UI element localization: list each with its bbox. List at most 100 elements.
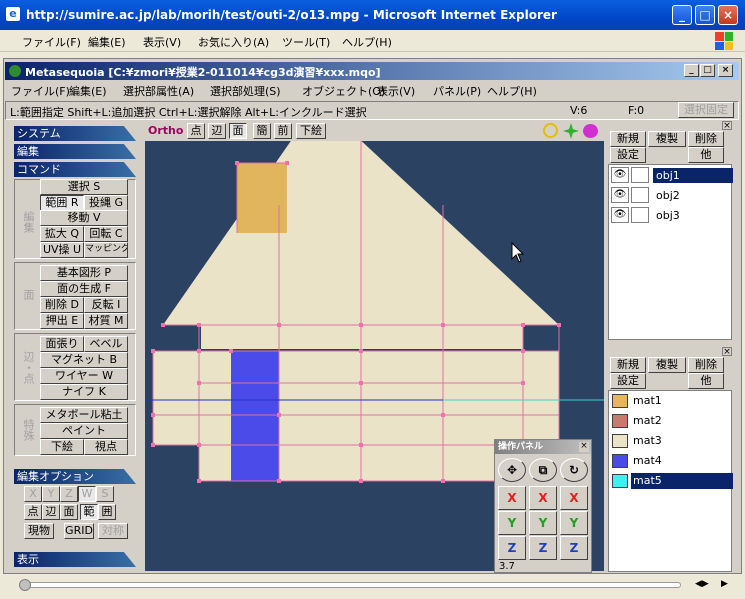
section-system[interactable]: システム	[14, 126, 136, 141]
mat-other-button[interactable]: 他	[688, 373, 724, 389]
axis-y-button[interactable]: Y	[42, 486, 60, 502]
wire-button[interactable]: ワイヤー W	[40, 368, 128, 384]
mq-menu-file[interactable]: ファイル(F)	[11, 83, 70, 99]
rotate-y-button[interactable]: Y	[560, 511, 588, 535]
mq-menu-sel-proc[interactable]: 選択部処理(S)	[210, 83, 281, 99]
view-edge-button[interactable]: 辺	[208, 123, 226, 139]
material-panel-close-icon[interactable]: ×	[722, 347, 732, 357]
create-face-button[interactable]: 面の生成 F	[40, 281, 128, 297]
primitive-button[interactable]: 基本図形 P	[40, 265, 128, 281]
mq-menu-edit[interactable]: 編集(E)	[69, 83, 107, 99]
magnet-button[interactable]: マグネット B	[40, 352, 128, 368]
extrude-button[interactable]: 押出 E	[40, 313, 84, 329]
section-display[interactable]: 表示	[14, 552, 136, 567]
mat-new-button[interactable]: 新規	[610, 357, 646, 373]
mq-close-button[interactable]: ×	[718, 64, 733, 77]
mapping-button[interactable]: マッピング	[84, 242, 128, 258]
seek-thumb[interactable]	[19, 579, 31, 591]
zoom-icon[interactable]	[543, 123, 558, 138]
move-y-button[interactable]: Y	[498, 511, 526, 535]
symmetry-button[interactable]: 対称	[98, 523, 128, 539]
view-simple-button[interactable]: 簡	[253, 123, 271, 139]
scale-button[interactable]: 拡大 Q	[40, 226, 84, 242]
face-stretch-button[interactable]: 面張り	[40, 336, 84, 352]
move-handle-icon[interactable]: ✥	[498, 458, 526, 482]
mq-menu-sel-attr[interactable]: 選択部属性(A)	[123, 83, 194, 99]
object-row[interactable]: 👁 obj3	[609, 205, 733, 225]
seek-track[interactable]	[21, 582, 681, 588]
range-button[interactable]: 範囲 R	[40, 195, 84, 211]
object-panel-close-icon[interactable]: ×	[722, 121, 732, 131]
lock-toggle[interactable]	[631, 187, 649, 203]
maximize-button[interactable]: □	[695, 5, 715, 25]
media-seek-bar[interactable]: ◀▶ ▶	[5, 576, 739, 596]
move-x-button[interactable]: X	[498, 486, 526, 510]
obj-new-button[interactable]: 新規	[610, 131, 646, 147]
obj-settings-button[interactable]: 設定	[610, 147, 646, 163]
delete-button[interactable]: 削除 D	[40, 297, 84, 313]
operation-panel-close-icon[interactable]: ×	[579, 442, 589, 452]
mq-menu-object[interactable]: オブジェクト(O)	[302, 83, 385, 99]
section-edit[interactable]: 編集	[14, 144, 136, 159]
mq-menu-help[interactable]: ヘルプ(H)	[487, 83, 537, 99]
minimize-button[interactable]: _	[672, 5, 692, 25]
mat-settings-button[interactable]: 設定	[610, 373, 646, 389]
ie-menu-file[interactable]: ファイル(F)	[22, 34, 81, 50]
material-row[interactable]: mat2	[609, 411, 733, 431]
obj-other-button[interactable]: 他	[688, 147, 724, 163]
mq-menu-panel[interactable]: パネル(P)	[433, 83, 481, 99]
ie-menu-help[interactable]: ヘルプ(H)	[342, 34, 392, 50]
mode-range-button[interactable]: 範	[80, 504, 98, 520]
axis-s-button[interactable]: S	[96, 486, 114, 502]
material-row[interactable]: mat4	[609, 451, 733, 471]
mode-around-button[interactable]: 囲	[98, 504, 116, 520]
viewpoint-button[interactable]: 視点	[84, 439, 128, 455]
step-icon[interactable]: ◀▶	[695, 579, 709, 589]
obj-dup-button[interactable]: 複製	[648, 131, 686, 147]
ie-menu-tools[interactable]: ツール(T)	[282, 34, 330, 50]
close-button[interactable]: ×	[718, 5, 738, 25]
bevel-button[interactable]: ベベル	[84, 336, 128, 352]
scale-handle-icon[interactable]: ⧉	[529, 458, 557, 482]
view-front-button[interactable]: 前	[274, 123, 292, 139]
obj-del-button[interactable]: 削除	[688, 131, 724, 147]
mq-maximize-button[interactable]: □	[700, 64, 715, 77]
mode-face-button[interactable]: 面	[60, 504, 78, 520]
underlay-button[interactable]: 下絵	[40, 439, 84, 455]
mode-edge-button[interactable]: 辺	[42, 504, 60, 520]
axis-z-button[interactable]: Z	[60, 486, 78, 502]
section-edit-option[interactable]: 編集オプション	[14, 469, 136, 484]
view-underlay-button[interactable]: 下絵	[296, 123, 326, 139]
pan-icon[interactable]	[563, 123, 579, 139]
lock-toggle[interactable]	[631, 207, 649, 223]
material-row[interactable]: mat1	[609, 391, 733, 411]
flip-button[interactable]: 反転 I	[84, 297, 128, 313]
view-face-button[interactable]: 面	[229, 123, 247, 139]
visibility-eye-icon[interactable]: 👁	[611, 207, 629, 223]
lock-toggle[interactable]	[631, 167, 649, 183]
visibility-eye-icon[interactable]: 👁	[611, 187, 629, 203]
paint-button[interactable]: ペイント	[40, 423, 128, 439]
lasso-button[interactable]: 投縄 G	[84, 195, 128, 211]
view-point-button[interactable]: 点	[187, 123, 205, 139]
mq-menu-view[interactable]: 表示(V)	[377, 83, 415, 99]
rotate-view-icon[interactable]	[583, 124, 598, 138]
section-command[interactable]: コマンド	[14, 162, 136, 177]
scale-y-button[interactable]: Y	[529, 511, 557, 535]
current-object-button[interactable]: 現物	[24, 523, 54, 539]
mat-dup-button[interactable]: 複製	[648, 357, 686, 373]
grid-button[interactable]: GRID	[64, 523, 94, 539]
rotate-x-button[interactable]: X	[560, 486, 588, 510]
ie-menu-edit[interactable]: 編集(E)	[88, 34, 126, 50]
knife-button[interactable]: ナイフ K	[40, 384, 128, 400]
metaball-button[interactable]: メタボール粘土	[40, 407, 128, 423]
scale-z-button[interactable]: Z	[529, 536, 557, 560]
visibility-eye-icon[interactable]: 👁	[611, 167, 629, 183]
volume-icon[interactable]: ▶	[721, 579, 728, 589]
mq-minimize-button[interactable]: _	[684, 64, 699, 77]
ie-menu-favorites[interactable]: お気に入り(A)	[198, 34, 269, 50]
mode-point-button[interactable]: 点	[24, 504, 42, 520]
object-row[interactable]: 👁 obj1	[609, 165, 733, 185]
move-button[interactable]: 移動 V	[40, 210, 128, 226]
selection-lock-button[interactable]: 選択固定	[678, 102, 734, 118]
